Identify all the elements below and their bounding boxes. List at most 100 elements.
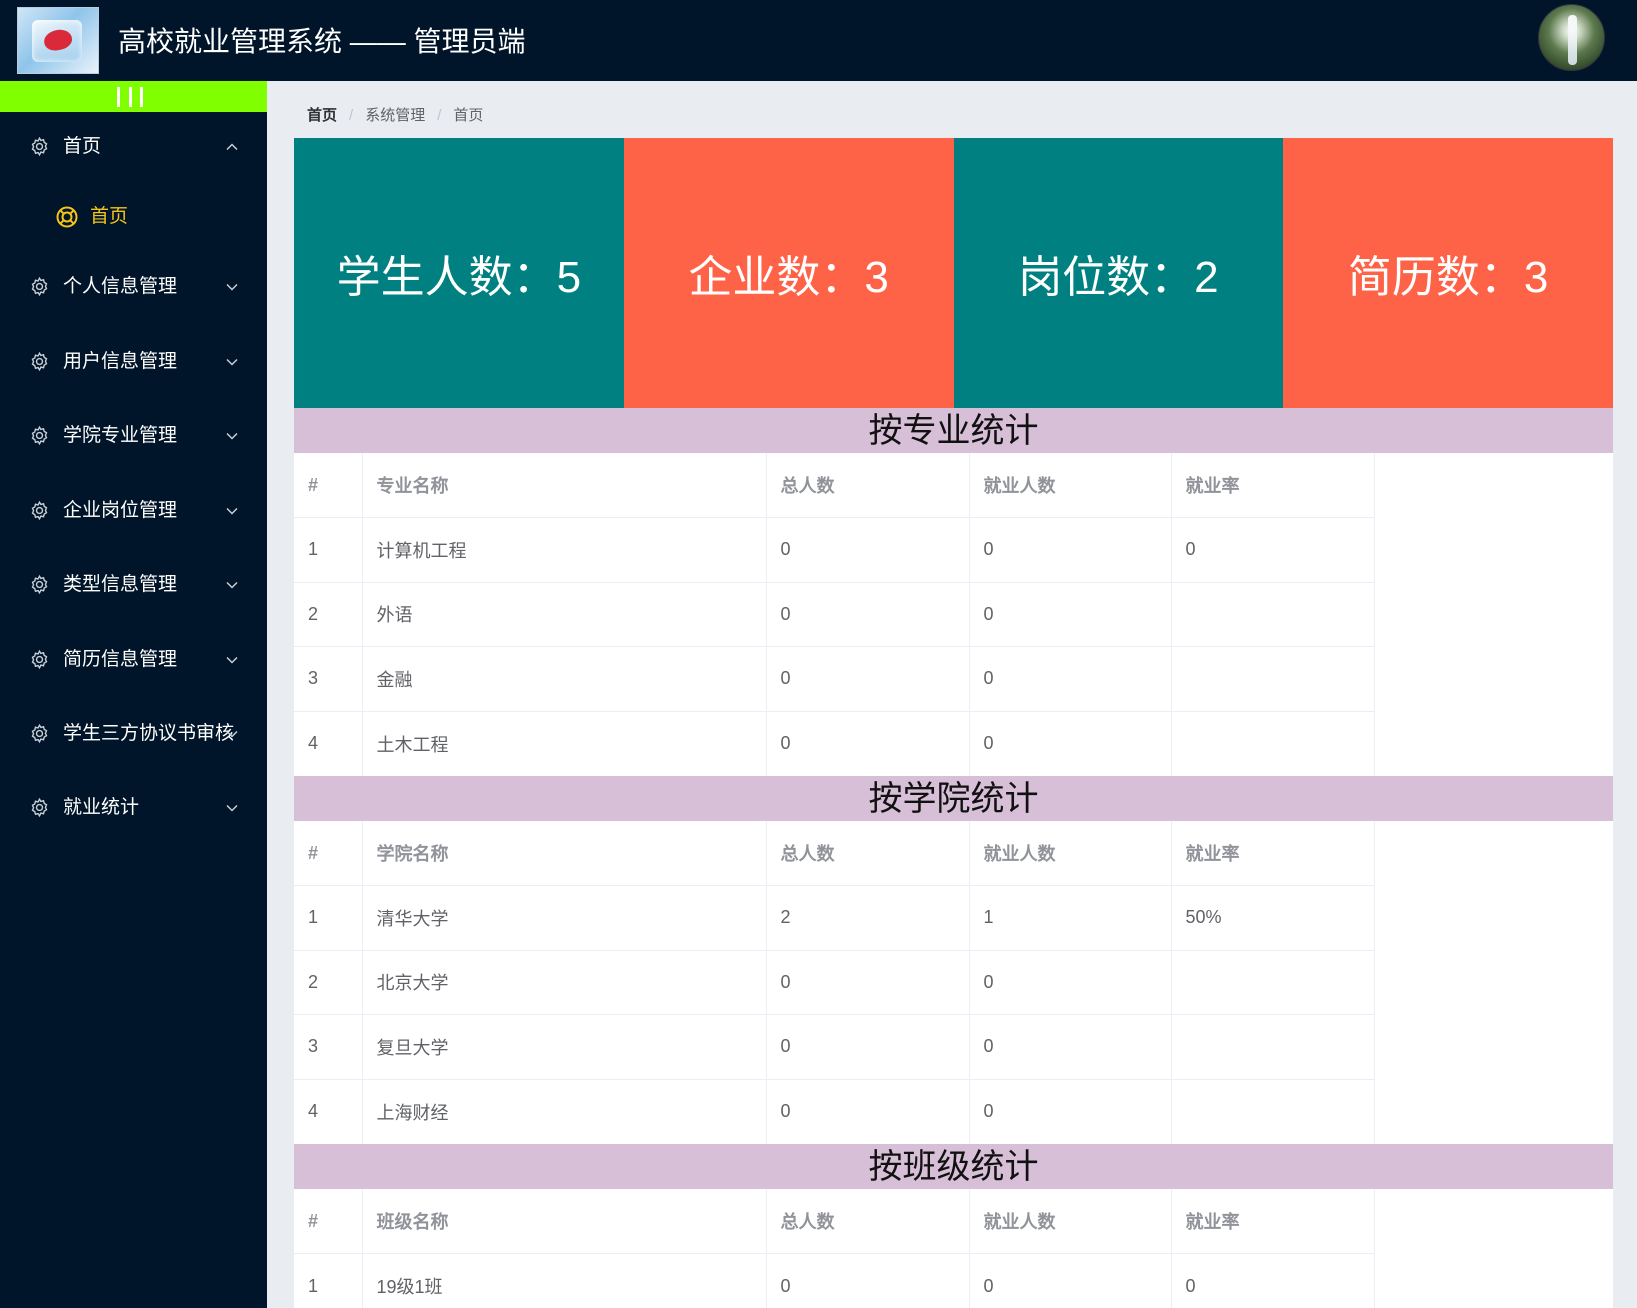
gear-icon — [29, 136, 50, 157]
collapse-toggle[interactable] — [0, 81, 267, 112]
table-cell: 2 — [766, 885, 970, 951]
app-title: 高校就业管理系统 —— 管理员端 — [118, 26, 526, 57]
column-header: 就业人数 — [969, 453, 1172, 518]
sidebar-subitem-home[interactable]: 首页 — [0, 191, 267, 243]
breadcrumb-item-current: 首页 — [453, 107, 484, 124]
sidebar-item-label: 用户信息管理 — [63, 351, 178, 372]
column-header: 总人数 — [766, 453, 970, 518]
table-cell: 3 — [294, 646, 363, 712]
table-cell: 0 — [969, 517, 1172, 583]
table-cell: 0 — [766, 1079, 970, 1144]
stats-table: # 班级名称 总人数 就业人数 就业率 1 19级1班 0 0 0 — [294, 1189, 1375, 1308]
table-cell: 4 — [294, 1079, 363, 1144]
table-cell: 2 — [294, 582, 363, 647]
chevron-up-icon — [225, 139, 239, 151]
table-cell: 0 — [969, 1014, 1172, 1080]
chevron-down-icon — [225, 652, 239, 664]
table-cell — [1171, 1014, 1375, 1080]
table-cell: 1 — [294, 1253, 363, 1308]
chevron-down-icon — [225, 279, 239, 291]
breadcrumb: 首页 / 系统管理 / 首页 — [307, 104, 483, 128]
table-cell: 1 — [294, 885, 363, 951]
sidebar: 首页个人信息管理 用户信息管理 学院专业管理 企业岗位管理类型信息管理 简历信息管理 学生… — [0, 81, 267, 1308]
table-cell: 0 — [1171, 517, 1375, 583]
table-cell: 清华大学 — [362, 885, 767, 951]
sidebar-item-label: 个人信息管理 — [63, 276, 178, 297]
three-bars-icon[interactable] — [117, 87, 143, 107]
table-cell: 0 — [766, 711, 970, 776]
waterfall-avatar[interactable] — [1538, 4, 1605, 71]
stat-card-positions: 岗位数：2 — [953, 138, 1284, 408]
column-header: 总人数 — [766, 1189, 970, 1254]
chevron-down-icon — [225, 577, 239, 589]
table-cell: 19级1班 — [362, 1253, 767, 1308]
sidebar-item-5[interactable]: 类型信息管理 — [0, 559, 267, 611]
column-header: 就业率 — [1171, 821, 1375, 886]
column-header: 就业率 — [1171, 453, 1375, 518]
table-cell: 北京大学 — [362, 950, 767, 1015]
sidebar-item-7[interactable]: 学生三方协议书审核 — [0, 708, 267, 760]
column-header: 就业人数 — [969, 821, 1172, 886]
sidebar-item-2[interactable]: 用户信息管理 — [0, 336, 267, 388]
table-cell: 3 — [294, 1014, 363, 1080]
chevron-down-icon — [225, 354, 239, 366]
sidebar-item-1[interactable]: 个人信息管理 — [0, 261, 267, 313]
column-header: 班级名称 — [362, 1189, 767, 1254]
table-cell — [1171, 646, 1375, 712]
section-title: 按学院统计 — [294, 776, 1613, 821]
stat-card-resumes: 简历数：3 — [1283, 138, 1613, 408]
table-cell: 上海财经 — [362, 1079, 767, 1144]
chevron-down-icon — [225, 726, 239, 738]
gear-icon — [29, 574, 50, 595]
table-cell: 金融 — [362, 646, 767, 712]
table-cell: 0 — [1171, 1253, 1375, 1308]
table-cell: 0 — [766, 646, 970, 712]
chevron-down-icon — [225, 503, 239, 515]
section-title: 按班级统计 — [294, 1144, 1613, 1189]
table-cell: 0 — [969, 711, 1172, 776]
sidebar-item-label: 学院专业管理 — [63, 425, 178, 446]
table-cell: 0 — [969, 582, 1172, 647]
table-row: 1 清华大学 2 1 50% — [294, 885, 1375, 951]
stats-table-wrapper: # 班级名称 总人数 就业人数 就业率 1 19级1班 0 0 0 — [294, 1189, 1613, 1308]
stats-table: # 专业名称 总人数 就业人数 就业率 1 计算机工程 0 0 0 2 外语 0 0 3 金融 0 0 4 土木工程 0… — [294, 453, 1375, 776]
table-row: 1 19级1班 0 0 0 — [294, 1253, 1375, 1308]
sidebar-item-label: 首页 — [63, 136, 102, 157]
gear-icon — [29, 351, 50, 372]
column-header: 就业率 — [1171, 1189, 1375, 1254]
table-header-row: # 专业名称 总人数 就业人数 就业率 — [294, 453, 1375, 518]
sidebar-item-6[interactable]: 简历信息管理 — [0, 634, 267, 686]
table-cell: 0 — [969, 1253, 1172, 1308]
column-header: 就业人数 — [969, 1189, 1172, 1254]
breadcrumb-separator: / — [349, 107, 354, 124]
sidebar-item-label: 就业统计 — [63, 797, 140, 818]
lifebuoy-icon — [55, 205, 79, 229]
table-cell: 0 — [969, 646, 1172, 712]
sidebar-item-0[interactable]: 首页 — [0, 121, 267, 173]
table-cell: 0 — [766, 582, 970, 647]
gear-icon — [29, 500, 50, 521]
sidebar-item-label: 企业岗位管理 — [63, 500, 178, 521]
table-cell: 0 — [969, 1079, 1172, 1144]
table-cell: 2 — [294, 950, 363, 1015]
stats-table-wrapper: # 学院名称 总人数 就业人数 就业率 1 清华大学 2 1 50% 2 北京大学 0 0 3 复旦大学 0 0 4… — [294, 821, 1613, 1144]
table-cell: 0 — [969, 950, 1172, 1015]
gear-icon — [29, 723, 50, 744]
column-header: # — [294, 453, 363, 518]
sidebar-item-3[interactable]: 学院专业管理 — [0, 410, 267, 462]
table-cell: 0 — [766, 950, 970, 1015]
sidebar-item-4[interactable]: 企业岗位管理 — [0, 485, 267, 537]
gear-icon — [29, 276, 50, 297]
table-cell: 土木工程 — [362, 711, 767, 776]
table-cell: 复旦大学 — [362, 1014, 767, 1080]
table-cell: 1 — [969, 885, 1172, 951]
table-row: 2 外语 0 0 — [294, 582, 1375, 647]
sidebar-item-8[interactable]: 就业统计 — [0, 782, 267, 834]
breadcrumb-item-system: 系统管理 — [365, 107, 426, 124]
column-header: 专业名称 — [362, 453, 767, 518]
table-row: 1 计算机工程 0 0 0 — [294, 517, 1375, 583]
gear-icon — [29, 797, 50, 818]
breadcrumb-item-home[interactable]: 首页 — [307, 104, 337, 128]
table-cell: 1 — [294, 517, 363, 583]
table-cell: 0 — [766, 1253, 970, 1308]
